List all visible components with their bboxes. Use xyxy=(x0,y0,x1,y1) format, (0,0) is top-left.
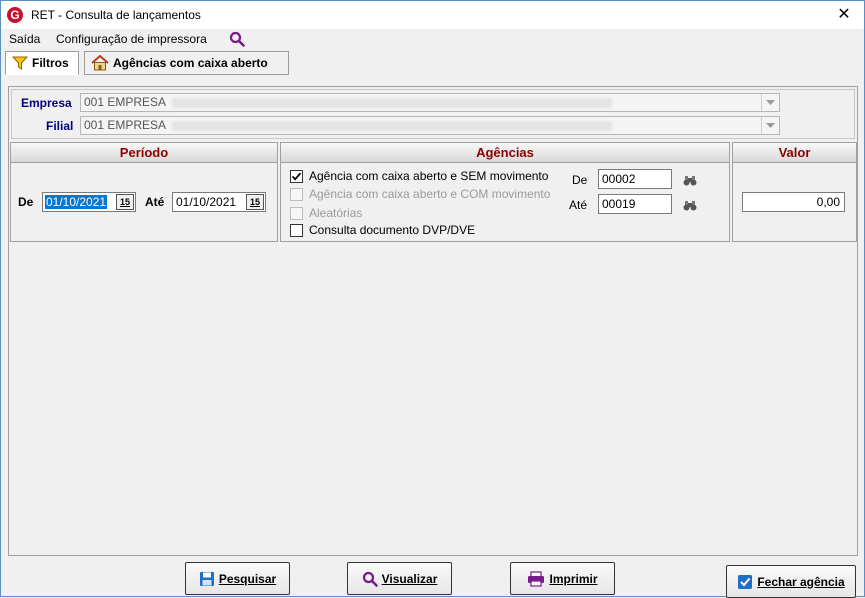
periodo-ate-input[interactable]: 01/10/2021 15 xyxy=(172,192,266,212)
agencias-group: Agências Agência com caixa aberto e SEM … xyxy=(280,142,730,242)
chevron-down-icon xyxy=(766,123,775,128)
tab-agencias-label: Agências com caixa aberto xyxy=(113,56,268,70)
imprimir-label: Imprimir xyxy=(549,571,598,586)
filial-select[interactable]: 001 EMPRESA xyxy=(80,116,780,135)
empresa-dropdown-arrow[interactable] xyxy=(761,94,779,111)
filial-dropdown-arrow[interactable] xyxy=(761,117,779,134)
option-aleatorias-label: Aleatórias xyxy=(309,206,363,220)
tab-agencias-caixa-aberto[interactable]: Agências com caixa aberto xyxy=(84,51,289,75)
close-button[interactable]: ✕ xyxy=(824,1,864,29)
periodo-group: Período De 01/10/2021 15 Até 01/10/2021 … xyxy=(10,142,278,242)
agencias-header: Agências xyxy=(281,143,729,163)
save-disk-icon xyxy=(199,571,214,586)
window-title: RET - Consulta de lançamentos xyxy=(31,8,201,22)
agencia-ate-value: 00019 xyxy=(602,197,636,211)
search-icon[interactable] xyxy=(229,31,245,47)
pesquisar-label: Pesquisar xyxy=(218,571,277,586)
valor-group: Valor 0,00 xyxy=(732,142,857,242)
agencia-ate-label: Até xyxy=(569,198,588,212)
calendar-icon[interactable]: 15 xyxy=(246,194,264,210)
binoculars-icon[interactable] xyxy=(683,176,697,186)
visualizar-label: Visualizar xyxy=(381,571,438,586)
periodo-de-label: De xyxy=(18,195,34,209)
filter-panel: Empresa 001 EMPRESA Filial 001 EMPRESA P… xyxy=(8,86,858,556)
title-bar: G RET - Consulta de lançamentos ✕ xyxy=(1,1,864,29)
menu-configuracao-impressora[interactable]: Configuração de impressora xyxy=(56,32,207,46)
printer-icon xyxy=(528,570,545,587)
valor-value: 0,00 xyxy=(816,195,840,209)
house-icon xyxy=(91,55,109,71)
menu-bar: Saída Configuração de impressora xyxy=(1,29,864,49)
empresa-label: Empresa xyxy=(21,96,72,110)
periodo-header: Período xyxy=(11,143,277,163)
menu-saida[interactable]: Saída xyxy=(9,32,40,46)
agencia-ate-input[interactable]: 00019 xyxy=(598,194,672,214)
checkbox-sem-movimento[interactable] xyxy=(290,169,303,183)
periodo-de-input[interactable]: 01/10/2021 15 xyxy=(42,192,136,212)
periodo-ate-label: Até xyxy=(145,195,165,209)
check-doc-icon xyxy=(738,574,753,589)
empresa-redacted xyxy=(172,97,613,108)
valor-header: Valor xyxy=(733,143,856,163)
tab-filtros-label: Filtros xyxy=(32,56,69,70)
pesquisar-button[interactable]: Pesquisar xyxy=(185,562,290,595)
imprimir-button[interactable]: Imprimir xyxy=(510,562,615,595)
periodo-de-value: 01/10/2021 xyxy=(45,195,108,209)
checkbox-aleatorias xyxy=(290,206,303,220)
empresa-value: 001 EMPRESA xyxy=(84,95,167,109)
agencia-de-value: 00002 xyxy=(602,172,636,186)
option-com-movimento: Agência com caixa aberto e COM movimento xyxy=(290,187,550,201)
main-window: G RET - Consulta de lançamentos ✕ Saída … xyxy=(0,0,865,598)
calendar-icon[interactable]: 15 xyxy=(116,194,134,210)
option-com-movimento-label: Agência com caixa aberto e COM movimento xyxy=(309,187,551,201)
filial-label: Filial xyxy=(46,119,74,133)
empresa-filial-box: Empresa 001 EMPRESA Filial 001 EMPRESA xyxy=(11,89,855,139)
option-dvp-dve[interactable]: Consulta documento DVP/DVE xyxy=(290,223,475,237)
filial-value: 001 EMPRESA xyxy=(84,118,167,132)
filial-redacted xyxy=(172,120,613,131)
chevron-down-icon xyxy=(766,100,775,105)
binoculars-icon[interactable] xyxy=(683,201,697,211)
checkbox-dvp-dve[interactable] xyxy=(290,223,303,237)
option-sem-movimento-label: Agência com caixa aberto e SEM movimento xyxy=(309,169,549,183)
agencia-de-label: De xyxy=(572,173,588,187)
fechar-agencia-label: Fechar agência xyxy=(757,574,845,589)
agencia-de-input[interactable]: 00002 xyxy=(598,169,672,189)
option-aleatorias: Aleatórias xyxy=(290,206,362,220)
checkmark-icon xyxy=(291,172,302,181)
app-logo-icon: G xyxy=(7,7,23,23)
empresa-select[interactable]: 001 EMPRESA xyxy=(80,93,780,112)
filter-icon xyxy=(12,56,28,70)
fechar-agencia-button[interactable]: Fechar agência xyxy=(726,565,856,598)
visualizar-button[interactable]: Visualizar xyxy=(347,562,452,595)
magnifier-icon xyxy=(362,571,378,587)
checkbox-com-movimento xyxy=(290,187,303,201)
valor-input[interactable]: 0,00 xyxy=(742,192,845,212)
option-sem-movimento[interactable]: Agência com caixa aberto e SEM movimento xyxy=(290,169,548,183)
option-dvp-dve-label: Consulta documento DVP/DVE xyxy=(309,223,476,237)
tab-filtros[interactable]: Filtros xyxy=(5,51,79,75)
periodo-ate-value: 01/10/2021 xyxy=(176,195,237,209)
